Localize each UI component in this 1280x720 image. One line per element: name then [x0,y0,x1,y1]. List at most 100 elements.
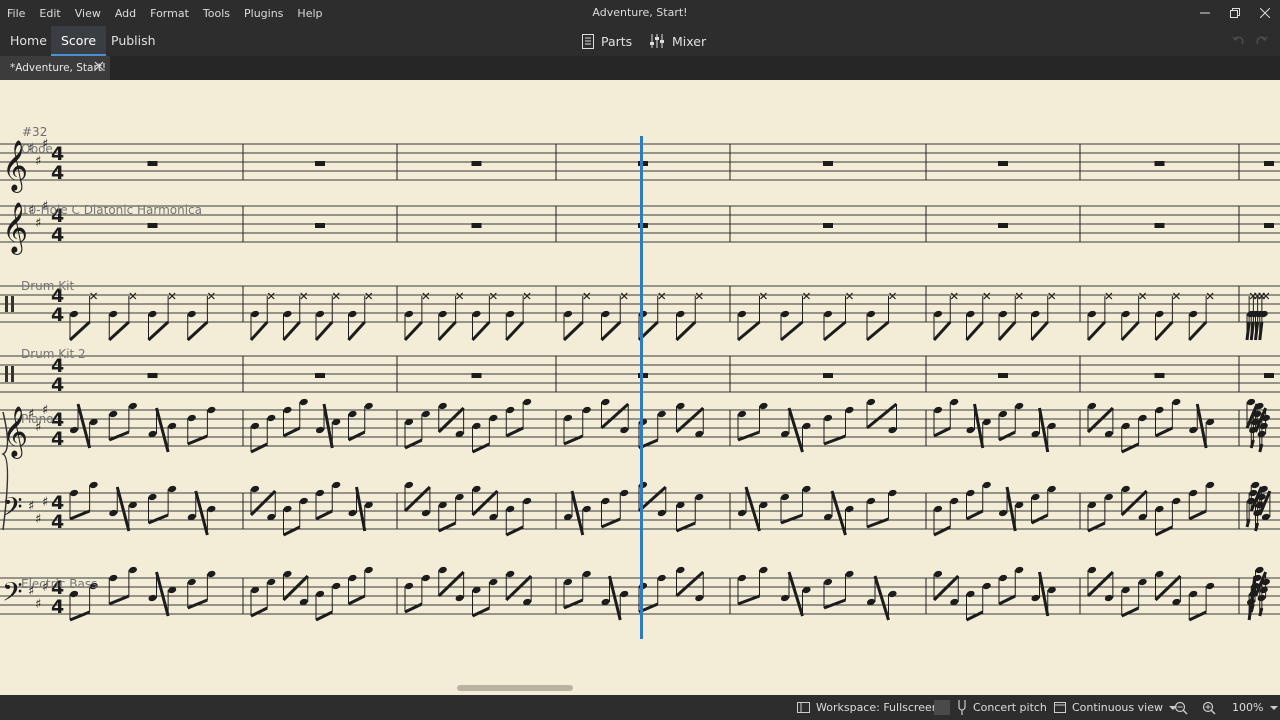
notehead [823,414,833,422]
note-beam [249,320,269,342]
notehead [438,402,447,410]
view-mode-dropdown[interactable]: Continuous view [1054,695,1183,720]
notehead [148,310,157,318]
cymbal-note [1206,292,1214,300]
instrument-name-oboe[interactable]: Oboe [21,142,53,156]
notehead [933,505,943,513]
notehead [1172,398,1181,406]
instrument-name-harmonica[interactable]: 10-Hole C Diatonic Harmonica [21,203,202,217]
menu-tools[interactable]: Tools [196,7,237,20]
notehead [109,574,118,582]
zoom-in-icon [1202,701,1216,714]
whole-rest [315,223,325,228]
menu-edit[interactable]: Edit [32,7,67,20]
parts-button[interactable]: Parts [582,26,632,56]
notehead [1206,481,1215,489]
note-beam [1195,403,1208,449]
note-beam [250,606,268,618]
note-beam [600,320,622,342]
menu-help[interactable]: Help [290,7,329,20]
notehead [759,402,768,410]
zoom-level-dropdown[interactable]: 100% [1232,695,1280,720]
notehead [283,406,292,414]
document-tab[interactable]: *Adventure, Start! [0,56,110,80]
notehead [601,497,610,505]
concert-pitch-toggle[interactable]: Concert pitch [957,695,1047,720]
cymbal-note [803,292,810,300]
notehead [523,497,532,505]
notehead [737,310,747,318]
notehead [267,414,276,422]
notehead [1015,566,1024,574]
score-canvas[interactable]: 𝄞 ♯ ♯ ♯ 4 4 𝄞 ♯ ♯ ♯ 4 4 4 4 4 4 𝄞 ♯ ♯ ♯ 4 4 𝄢 ♯ ♯ ♯ 4 4 𝄢 ♯ ♯ ♯ 4 4 #32 O… [0,80,1280,695]
note-beam [322,403,334,449]
cymbal-note [1262,292,1270,300]
whole-rest [823,373,833,378]
tab-publish[interactable]: Publish [101,26,166,56]
notehead [966,590,975,598]
whole-rest [1154,223,1165,228]
notehead [404,481,414,489]
notehead [1138,578,1147,586]
note-beam [1086,570,1114,598]
notehead [128,402,137,410]
cymbal-note [695,292,703,300]
notehead [866,310,876,318]
notehead [866,398,876,406]
menu-add[interactable]: Add [108,7,143,20]
undo-icon[interactable] [1232,35,1244,47]
menu-file[interactable]: File [0,7,32,20]
instrument-name-drum-kit[interactable]: Drum Kit [21,279,74,293]
note-beam [76,403,92,449]
menu-format[interactable]: Format [143,7,196,20]
workspace-button[interactable]: Workspace: Fullscreen [797,695,939,720]
notehead [737,574,747,582]
instrument-name-electric-bass[interactable]: Electric Bass [21,577,97,591]
note-beam [438,521,457,533]
notehead [148,493,157,501]
cymbal-note [1015,292,1023,300]
concert-pitch-toggle-box[interactable] [934,700,950,715]
notehead [283,505,292,513]
notehead [998,310,1008,318]
notehead [148,594,157,602]
mixer-button[interactable]: Mixer [649,26,706,56]
notehead [348,410,357,418]
notehead [283,570,292,578]
instrument-name-drum-kit-2[interactable]: Drum Kit 2 [21,347,86,361]
time-signature: 4 [51,511,64,533]
redo-icon[interactable] [1256,35,1268,47]
tab-home[interactable]: Home [0,26,57,56]
zoom-out-button[interactable] [1174,695,1194,720]
instrument-name-piano[interactable]: Piano [21,412,54,426]
notehead [109,509,118,517]
note-beam [932,320,952,342]
minimize-button[interactable] [1190,0,1220,26]
note-beam [505,525,524,537]
notehead [845,505,854,513]
note-beam [965,320,984,342]
cymbal-note [332,292,340,300]
note-beam [965,509,984,521]
notehead [1172,497,1181,505]
note-beam [973,403,985,449]
score-notation[interactable]: 𝄞 ♯♯♯ 44𝄞 ♯♯♯ 444444𝄞 ♯♯♯ 44𝄢 ♯♯♯ 44𝄢 ♯♯♯ 44 [0,80,1280,695]
restore-button[interactable] [1220,0,1250,26]
notehead [582,505,591,513]
horizontal-scrollbar[interactable] [457,685,573,691]
menu-view[interactable]: View [68,7,108,20]
notehead [950,398,959,406]
time-signature: 4 [51,224,64,246]
close-tab-icon[interactable] [94,61,104,71]
notehead [676,310,685,318]
menu-plugins[interactable]: Plugins [237,7,290,20]
zoom-in-button[interactable] [1202,695,1222,720]
note-beam [933,426,951,438]
close-window-button[interactable] [1250,0,1280,26]
tab-score[interactable]: Score [51,26,107,56]
whole-rest [147,223,158,228]
note-beam [1254,321,1260,341]
notehead [69,310,79,318]
notehead [657,509,666,517]
notehead [802,422,811,430]
